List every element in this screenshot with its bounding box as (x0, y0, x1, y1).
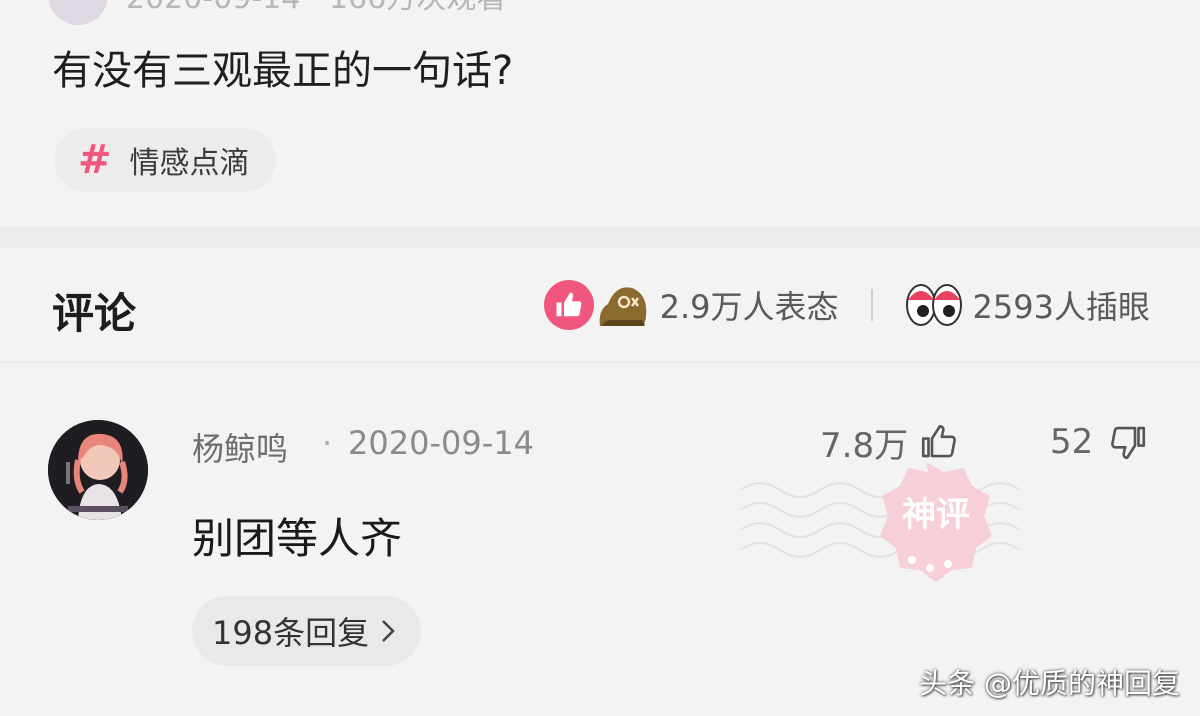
meta-dot: · (322, 424, 333, 462)
post-meta: 2020-09-14 · 166万次观看 (48, 0, 506, 25)
comment-like-button[interactable]: 7.8万 (820, 418, 960, 466)
thumbs-up-reaction-icon (543, 280, 594, 330)
topic-tag[interactable]: # 情感点滴 (54, 128, 276, 192)
emoji-reaction-icon (599, 287, 646, 326)
comment-stats: 2.9万人表态 2593人插眼 (543, 278, 1150, 332)
section-divider (0, 226, 1200, 248)
commenter-avatar[interactable] (48, 420, 148, 520)
hash-icon: # (78, 137, 112, 183)
thumbs-down-icon (1111, 426, 1146, 460)
replies-label: 198条回复 (212, 614, 370, 652)
post-question: 有没有三观最正的一句话? (52, 48, 514, 94)
comment-dislike-count: 52 (1050, 422, 1094, 462)
reactions-count: 2.9万人表态 (659, 288, 839, 326)
comment-like-count: 7.8万 (820, 425, 909, 466)
author-avatar[interactable] (48, 0, 108, 25)
topic-label: 情感点滴 (129, 146, 250, 181)
stats-separator (870, 289, 873, 321)
thumbs-up-icon (922, 424, 957, 458)
comment-date: 2020-09-14 (348, 424, 534, 462)
header-divider (0, 362, 1200, 363)
comments-title: 评论 (52, 289, 137, 338)
comment-username[interactable]: 杨鲸鸣 (192, 424, 288, 470)
peek-count: 2593人插眼 (972, 288, 1150, 326)
stamp-label: 神评 (902, 495, 970, 535)
comment-text: 别团等人齐 (192, 514, 403, 563)
comment-dislike-button[interactable]: 52 (1050, 418, 1149, 466)
post-meta-text: 2020-09-14 · 166万次观看 (126, 0, 506, 17)
eyes-icon (905, 284, 962, 326)
view-replies-button[interactable]: 198条回复 (192, 596, 422, 666)
chevron-right-icon (382, 620, 395, 642)
watermark: 头条 @优质的神回复 (919, 667, 1180, 700)
